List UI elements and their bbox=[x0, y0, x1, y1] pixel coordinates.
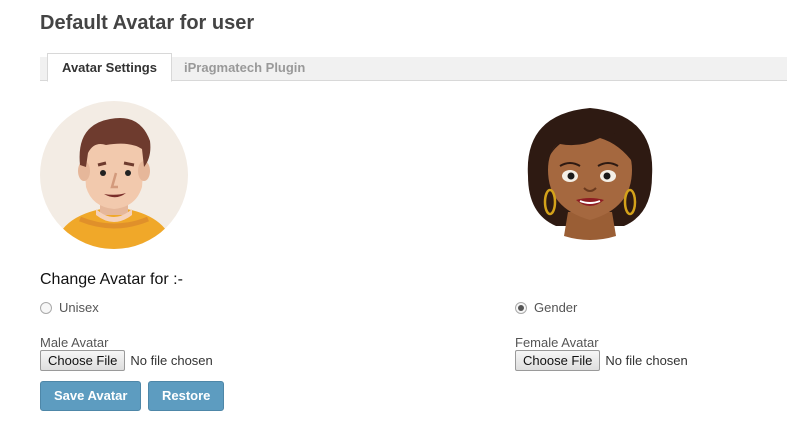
unisex-option[interactable]: Unisex bbox=[40, 300, 99, 315]
unisex-label: Unisex bbox=[59, 300, 99, 315]
gender-option[interactable]: Gender bbox=[515, 300, 577, 315]
save-avatar-button[interactable]: Save Avatar bbox=[40, 381, 142, 411]
female-file-status: No file chosen bbox=[605, 353, 688, 368]
restore-button[interactable]: Restore bbox=[148, 381, 225, 411]
gender-label: Gender bbox=[534, 300, 578, 315]
female-choose-file-button[interactable]: Choose File bbox=[515, 350, 601, 371]
tab-bar: Avatar Settings iPragmatech Plugin bbox=[40, 53, 787, 82]
page-title: Default Avatar for user bbox=[40, 12, 255, 34]
male-avatar-file-input[interactable]: Choose File No file chosen bbox=[40, 350, 213, 371]
male-file-status: No file chosen bbox=[130, 353, 213, 368]
tab-ipragmatech-plugin[interactable]: iPragmatech Plugin bbox=[184, 57, 305, 81]
female-avatar-file-input[interactable]: Choose File No file chosen bbox=[515, 350, 688, 371]
female-avatar-label: Female Avatar bbox=[515, 335, 599, 350]
unisex-radio[interactable] bbox=[40, 301, 52, 314]
change-avatar-heading: Change Avatar for :- bbox=[40, 271, 183, 288]
male-avatar-icon bbox=[40, 101, 188, 249]
male-avatar-label: Male Avatar bbox=[40, 335, 109, 350]
female-avatar-icon bbox=[527, 108, 653, 240]
male-choose-file-button[interactable]: Choose File bbox=[40, 350, 126, 371]
tab-avatar-settings[interactable]: Avatar Settings bbox=[47, 53, 172, 82]
gender-radio[interactable] bbox=[515, 301, 527, 314]
